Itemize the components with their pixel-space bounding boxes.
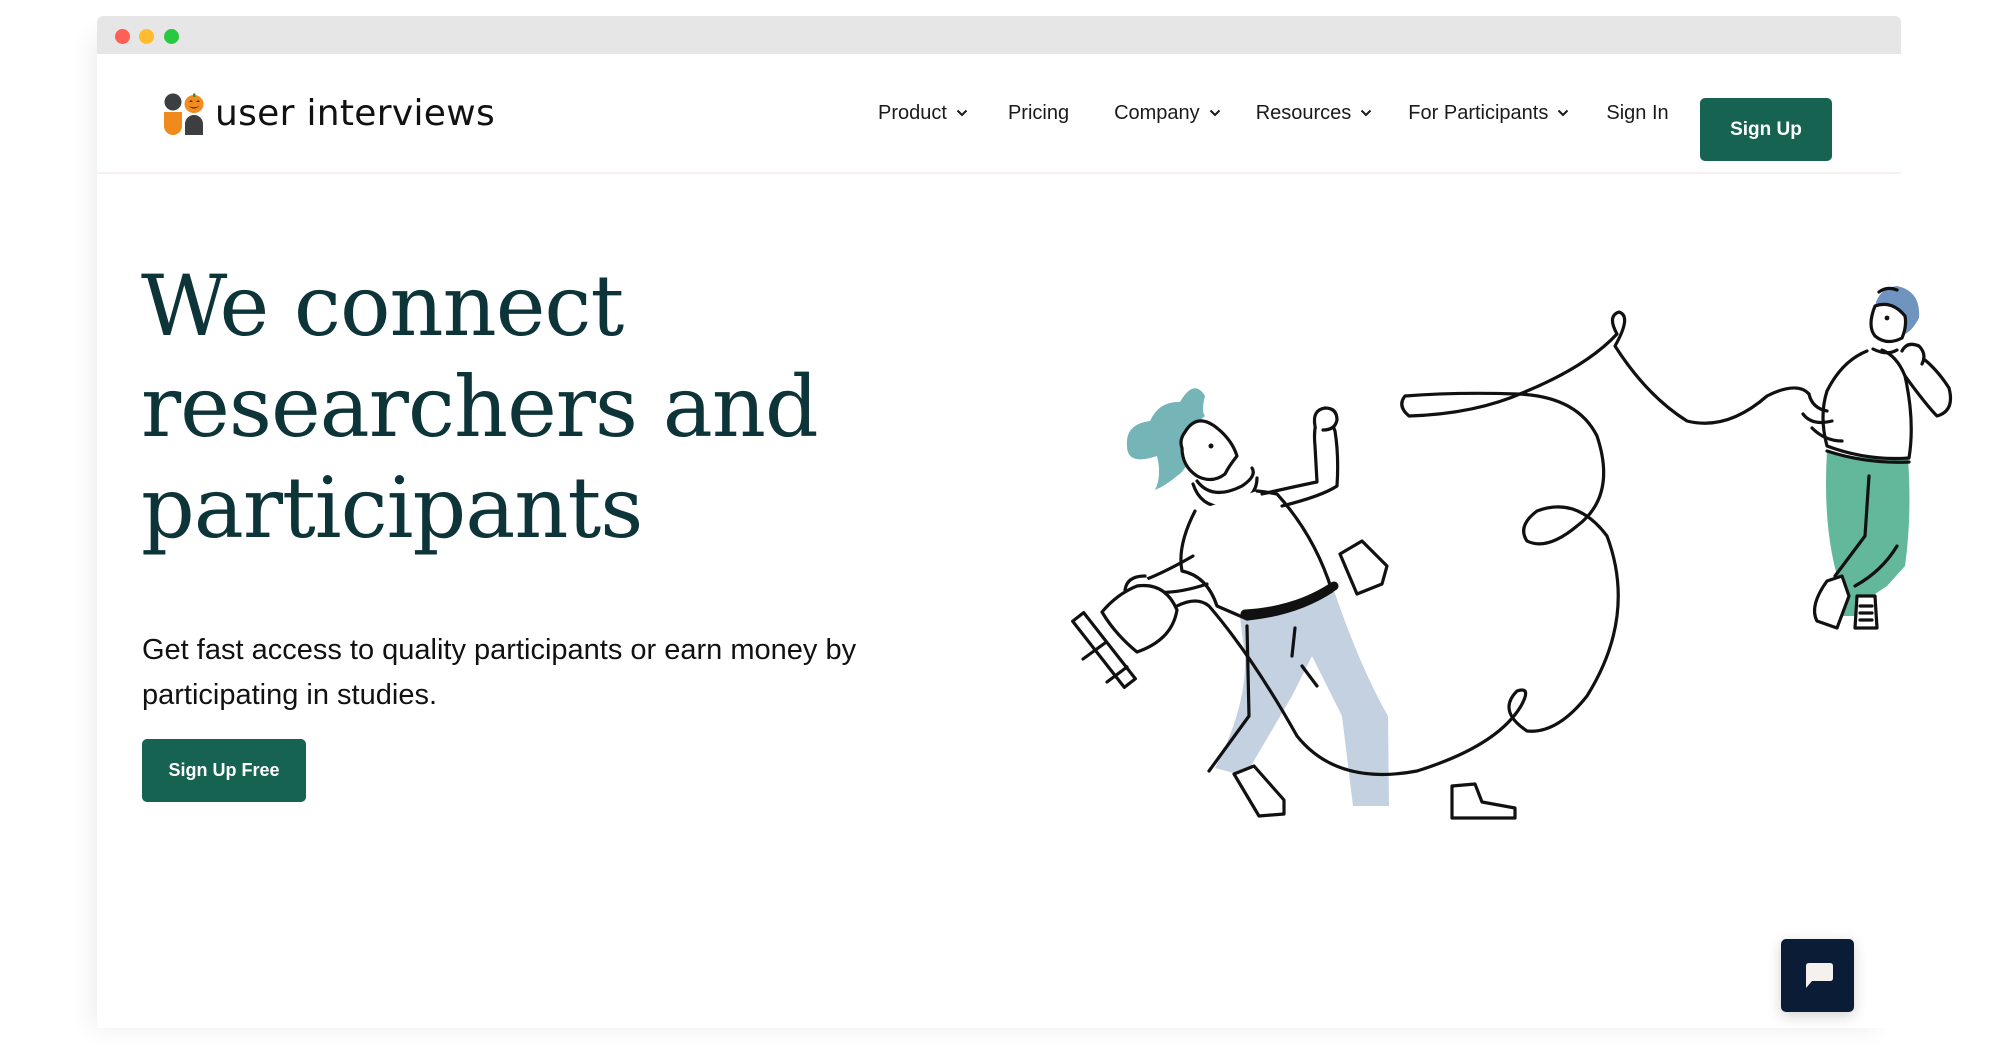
chevron-down-icon xyxy=(1558,109,1569,117)
man-head xyxy=(1869,302,1908,344)
chevron-down-icon xyxy=(1209,109,1220,117)
plug xyxy=(1100,583,1179,654)
hero-subtitle: Get fast access to quality participants … xyxy=(142,634,857,711)
sign-up-button[interactable]: Sign Up xyxy=(1700,98,1832,161)
chevron-down-icon xyxy=(1361,109,1372,117)
chat-bubble-icon xyxy=(1805,962,1833,988)
nav-label: Resources xyxy=(1255,101,1352,124)
nav-label: For Participants xyxy=(1408,101,1549,124)
hero-title: We connect researchers and participants xyxy=(141,256,819,559)
nav-sign-in[interactable]: Sign In xyxy=(1606,102,1668,125)
close-window-button[interactable] xyxy=(115,29,130,44)
chat-widget-button[interactable] xyxy=(1781,939,1854,1012)
hero-title-line: We connect xyxy=(141,257,624,355)
nav-product[interactable]: Product xyxy=(878,102,968,125)
nav-label: Product xyxy=(878,101,947,124)
hero-title-line: participants xyxy=(141,459,643,557)
man-shoe-left xyxy=(1813,574,1851,630)
nav-for-participants[interactable]: For Participants xyxy=(1408,102,1569,125)
hero-title-line: researchers and xyxy=(141,358,819,456)
woman-head xyxy=(1179,419,1239,482)
user-interviews-logo-icon xyxy=(164,93,204,135)
nav-label: Sign In xyxy=(1606,101,1669,124)
minimize-window-button[interactable] xyxy=(139,29,154,44)
browser-titlebar xyxy=(97,16,1901,54)
nav-label: Pricing xyxy=(1007,101,1070,124)
nav-company[interactable]: Company xyxy=(1114,102,1221,125)
logo-link[interactable]: user interviews xyxy=(163,93,495,135)
logo-text: user interviews xyxy=(215,93,496,134)
site-header: user interviews Product Pricing Company … xyxy=(97,54,1901,174)
maximize-window-button[interactable] xyxy=(164,29,179,44)
main-nav: Product Pricing Company Resources For Pa… xyxy=(878,54,1669,172)
woman-shoe-left xyxy=(1232,764,1286,818)
nav-resources[interactable]: Resources xyxy=(1256,102,1373,125)
chevron-down-icon xyxy=(956,109,968,117)
browser-window: user interviews Product Pricing Company … xyxy=(97,16,1953,1028)
nav-label: Company xyxy=(1114,101,1200,124)
hero-illustration xyxy=(1071,286,1953,820)
woman-shoe-right xyxy=(1450,782,1517,820)
sign-up-free-button[interactable]: Sign Up Free xyxy=(142,739,306,802)
nav-pricing[interactable]: Pricing xyxy=(1008,102,1069,125)
